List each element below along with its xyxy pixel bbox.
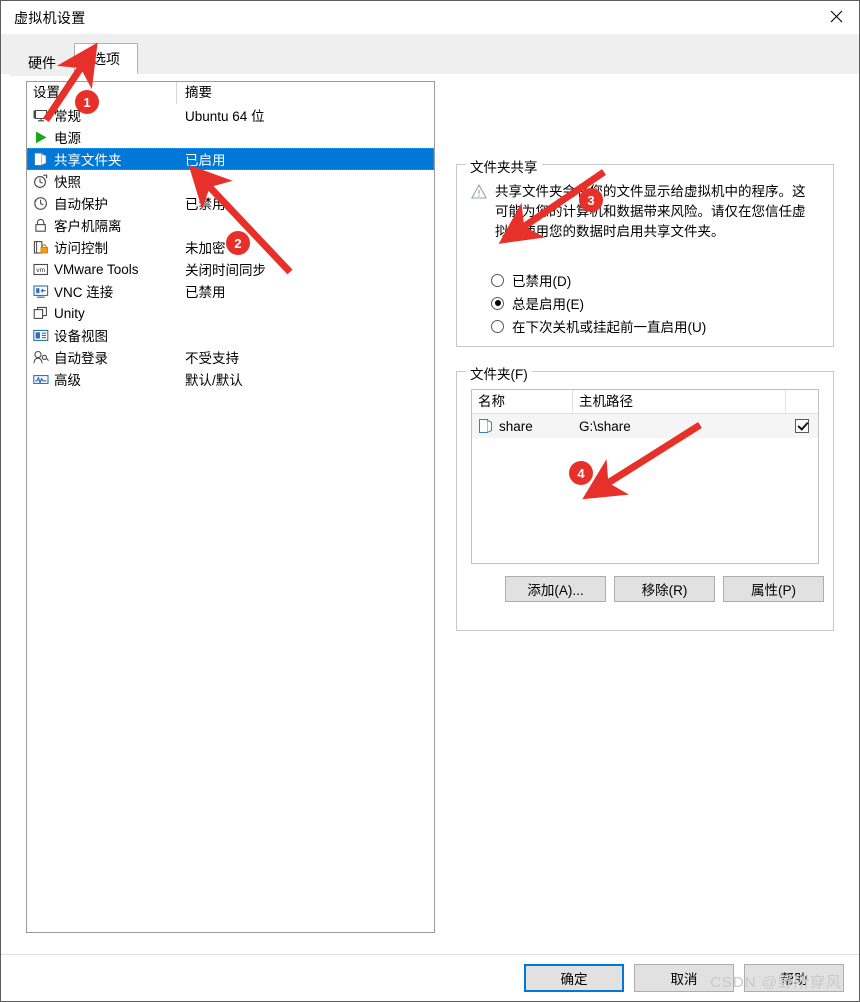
remove-folder-button[interactable]: 移除(R) [614,576,715,602]
vmware-tools-icon: vm [32,261,49,277]
settings-row-快照[interactable]: 快照 [27,170,434,192]
settings-row-共享文件夹[interactable]: 共享文件夹 已启用 [27,148,434,170]
folder-sharing-group-title: 文件夹共享 [466,156,542,176]
table-row[interactable]: share G:\share [472,414,818,438]
settings-row-summary: 已禁用 [185,197,226,212]
settings-row-summary: 未加密 [185,241,226,256]
settings-row-自动保护[interactable]: 自动保护 已禁用 [27,192,434,214]
autoprotect-clock-icon [32,195,49,211]
folder-properties-button[interactable]: 属性(P) [723,576,824,602]
settings-row-自动登录[interactable]: 自动登录 不受支持 [27,346,434,368]
help-button[interactable]: 帮助 [744,964,844,992]
settings-row-summary: 已禁用 [185,285,226,300]
folders-table[interactable]: 名称 主机路径 share G:\share [471,389,819,564]
radio-always-enabled-label: 总是启用(E) [512,297,584,312]
monitor-icon [32,107,49,123]
settings-row-vnc-连接[interactable]: VNC 连接 已禁用 [27,280,434,302]
folders-group: 文件夹(F) 名称 主机路径 share G:\share 添加(A)... 移… [456,363,834,631]
access-control-icon [32,239,49,255]
settings-row-label: 自动登录 [54,351,108,366]
settings-row-summary: Ubuntu 64 位 [185,109,265,124]
unity-icon [32,305,49,321]
folder-host-path: G:\share [579,418,631,434]
settings-row-label: 共享文件夹 [54,153,122,168]
settings-row-label: VNC 连接 [54,285,114,300]
settings-row-label: 快照 [54,175,81,190]
radio-until-shutdown-mark [491,319,504,333]
dialog-content: 设置 摘要 常规 Ubuntu 64 位电源 共享文件夹 已启用 快照 自动保护 已禁用 客户… [1,74,859,954]
settings-row-label: 访问控制 [54,241,108,256]
dialog-footer: 确定 取消 帮助 CSDN @野所穿风 [1,954,859,1001]
settings-row-常规[interactable]: 常规 Ubuntu 64 位 [27,104,434,126]
advanced-icon [32,371,49,387]
settings-row-label: 设备视图 [54,329,108,344]
radio-always-enabled[interactable]: 总是启用(E) [491,293,584,313]
radio-until-shutdown-label: 在下次关机或挂起前一直启用(U) [512,320,707,335]
settings-row-summary: 已启用 [185,153,226,168]
folder-sharing-group: 文件夹共享 共享文件夹会将您的文件显示给虚拟机中的程序。这可能为您的计算机和数据… [456,156,834,347]
close-icon[interactable] [813,1,859,32]
settings-row-label: 自动保护 [54,197,108,212]
cancel-button[interactable]: 取消 [634,964,734,992]
radio-until-shutdown[interactable]: 在下次关机或挂起前一直启用(U) [491,316,706,336]
folder-name: share [499,418,533,434]
settings-row-summary: 不受支持 [185,351,239,366]
folders-column-host-path: 主机路径 [573,390,786,413]
tab-hardware[interactable]: 硬件 [10,48,74,76]
radio-always-enabled-mark [491,296,504,310]
svg-text:vm: vm [36,267,45,274]
settings-row-summary: 关闭时间同步 [185,263,266,278]
settings-row-客户机隔离[interactable]: 客户机隔离 [27,214,434,236]
ok-button[interactable]: 确定 [524,964,624,992]
sharing-warning: 共享文件夹会将您的文件显示给虚拟机中的程序。这可能为您的计算机和数据带来风险。请… [471,182,816,242]
shared-folder-icon [32,151,49,167]
folders-button-row: 添加(A)... 移除(R) 属性(P) [505,576,824,602]
settings-row-vmware-tools[interactable]: vm VMware Tools 关闭时间同步 [27,258,434,280]
snapshot-clock-icon [32,173,49,189]
sharing-warning-text: 共享文件夹会将您的文件显示给虚拟机中的程序。这可能为您的计算机和数据带来风险。请… [495,184,806,239]
settings-row-label: Unity [54,305,85,321]
settings-row-label: 高级 [54,373,81,388]
radio-disabled-mark [491,273,504,287]
tab-options[interactable]: 选项 [74,43,138,74]
settings-row-label: VMware Tools [54,261,139,277]
settings-row-设备视图[interactable]: 设备视图 [27,324,434,346]
folders-column-name: 名称 [472,390,573,413]
power-play-icon [32,129,49,145]
settings-row-电源[interactable]: 电源 [27,126,434,148]
folder-enabled-checkbox[interactable] [795,419,809,433]
vm-settings-dialog: 虚拟机设置 硬件 选项 设置 摘要 常规 Ubuntu 64 位电源共享文件夹 已启… [0,0,860,1002]
folders-table-header: 名称 主机路径 [472,390,818,414]
settings-list-rows: 常规 Ubuntu 64 位电源 共享文件夹 已启用 快照 自动保护 已禁用 客户机隔离 访问控… [27,104,434,390]
column-header-summary: 摘要 [185,85,212,100]
title-bar: 虚拟机设置 [1,1,859,34]
window-title: 虚拟机设置 [14,9,86,26]
autologin-icon [32,349,49,365]
settings-row-label: 客户机隔离 [54,219,122,234]
settings-list-header: 设置 摘要 [27,82,434,104]
settings-row-label: 常规 [54,109,81,124]
tab-strip: 硬件 选项 [1,34,859,76]
vnc-icon [32,283,49,299]
column-header-setting: 设置 [27,82,177,104]
device-view-icon [32,327,49,343]
folders-column-enabled [786,390,818,413]
settings-row-高级[interactable]: 高级 默认/默认 [27,368,434,390]
shared-folder-icon [477,418,494,434]
settings-row-访问控制[interactable]: 访问控制 未加密 [27,236,434,258]
folders-group-title: 文件夹(F) [466,363,532,383]
add-folder-button[interactable]: 添加(A)... [505,576,606,602]
radio-disabled-label: 已禁用(D) [512,274,572,289]
warning-triangle-icon [471,182,495,242]
settings-row-unity[interactable]: Unity [27,302,434,324]
settings-row-summary: 默认/默认 [185,373,243,388]
lock-icon [32,217,49,233]
settings-list[interactable]: 设置 摘要 常规 Ubuntu 64 位电源 共享文件夹 已启用 快照 自动保护 已禁用 客户… [26,81,435,933]
settings-row-label: 电源 [54,131,81,146]
radio-disabled[interactable]: 已禁用(D) [491,270,571,290]
